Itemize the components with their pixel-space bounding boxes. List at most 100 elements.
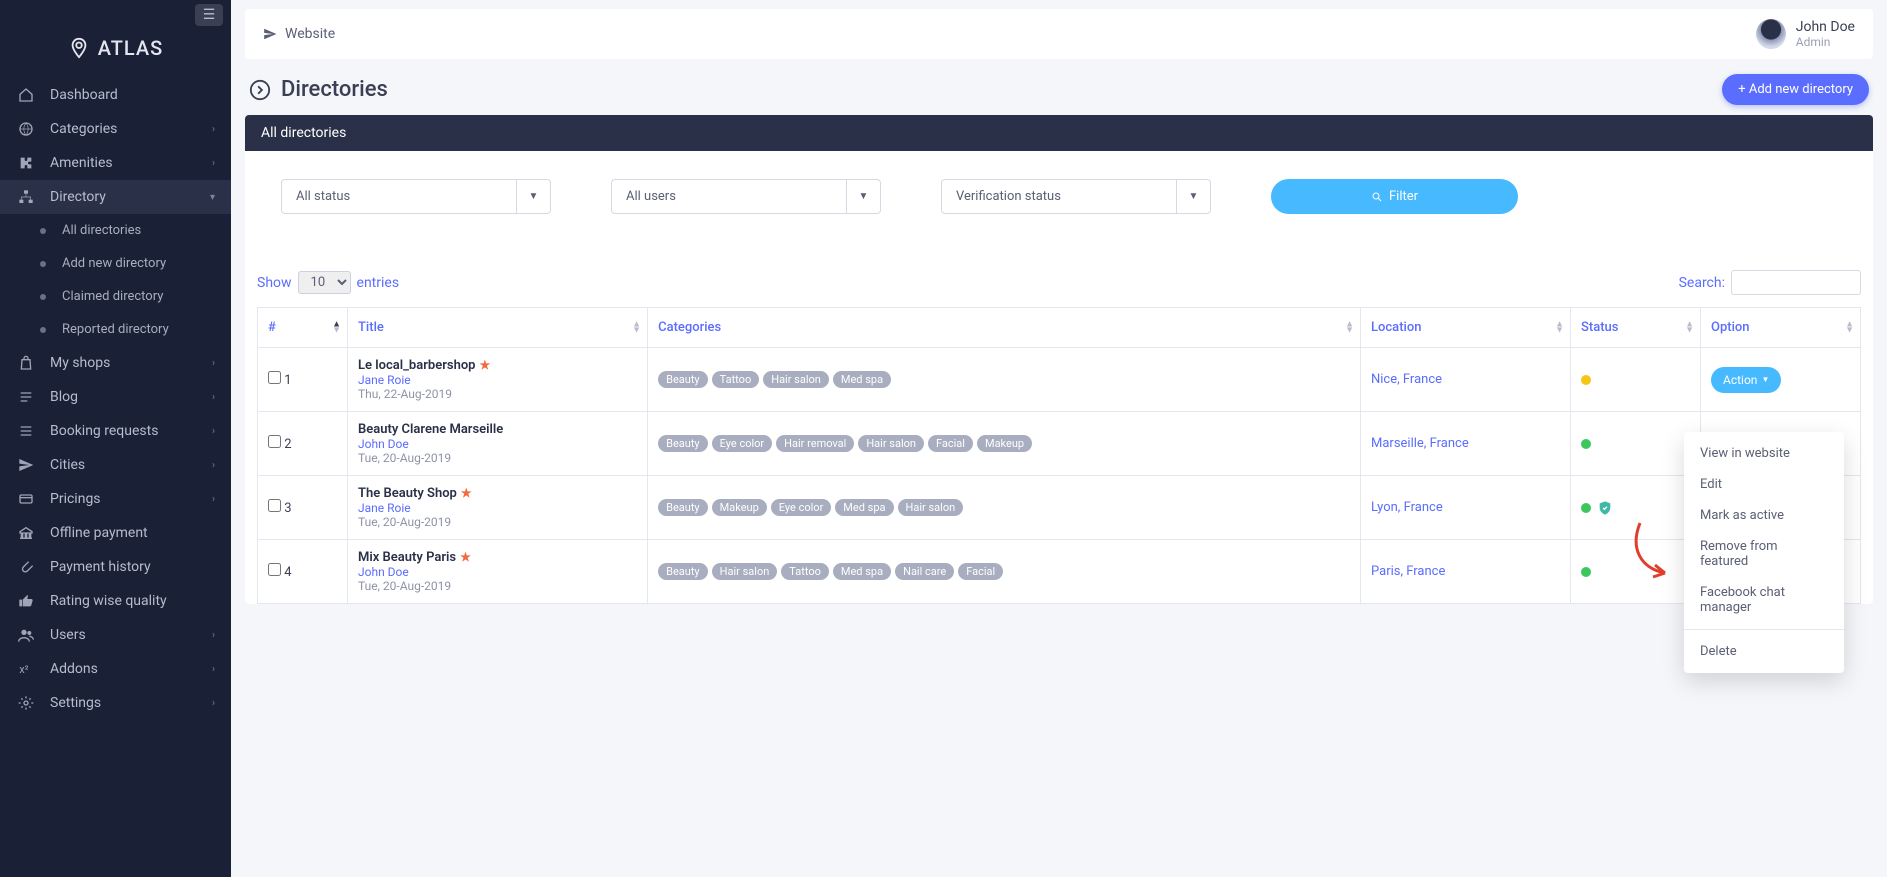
action-button[interactable]: Action▼ [1711,367,1781,393]
sidebar-item-booking-requests[interactable]: Booking requests› [0,414,231,448]
column-status[interactable]: Status▲▼ [1571,308,1701,348]
sidebar-item-directory[interactable]: Directory▾ [0,180,231,214]
column-categories[interactable]: Categories▲▼ [648,308,1361,348]
avatar [1756,19,1786,49]
sidebar-subitem-label: All directories [62,223,141,238]
search-input[interactable] [1731,270,1861,295]
sidebar-item-settings[interactable]: Settings› [0,686,231,720]
sort-icon: ▲▼ [1555,321,1564,334]
sidebar-item-categories[interactable]: Categories› [0,112,231,146]
location-link[interactable]: Lyon, France [1371,500,1443,515]
user-menu[interactable]: John Doe Admin [1756,19,1855,49]
table-row: 4Mix Beauty Paris★John DoeTue, 20-Aug-20… [258,540,1861,604]
category-badge: Hair salon [898,499,964,516]
category-badge: Med spa [833,563,891,580]
category-badge: Eye color [712,435,773,452]
dropdown-item-edit[interactable]: Edit [1684,469,1844,500]
sidebar-subitem-reported-directory[interactable]: Reported directory [0,313,231,346]
sidebar-subitem-all-directories[interactable]: All directories [0,214,231,247]
sidebar-subitem-claimed-directory[interactable]: Claimed directory [0,280,231,313]
sort-icon: ▲▼ [332,321,341,334]
table-row: 1Le local_barbershop★Jane RoieThu, 22-Au… [258,348,1861,412]
card-icon [16,491,36,507]
status-dot [1581,503,1591,513]
logo-text: ATLAS [98,36,164,60]
column-title[interactable]: Title▲▼ [348,308,648,348]
row-checkbox[interactable] [268,435,281,448]
category-badge: Hair removal [776,435,854,452]
sidebar-item-my-shops[interactable]: My shops› [0,346,231,380]
send-icon [16,457,36,473]
website-link[interactable]: Website [263,26,335,42]
sidebar-item-cities[interactable]: Cities› [0,448,231,482]
row-checkbox[interactable] [268,563,281,576]
category-badge: Beauty [658,499,708,516]
action-dropdown: View in websiteEditMark as activeRemove … [1684,432,1844,673]
dropdown-item-view-in-website[interactable]: View in website [1684,438,1844,469]
sidebar-item-label: Amenities [50,155,113,171]
add-directory-button[interactable]: + Add new directory [1722,74,1869,105]
sidebar-item-dashboard[interactable]: Dashboard [0,78,231,112]
row-user-link[interactable]: Jane Roie [358,501,637,515]
sidebar-item-label: Pricings [50,491,101,507]
location-link[interactable]: Nice, France [1371,372,1442,387]
row-number: 2 [284,437,291,452]
category-badge: Tattoo [781,563,829,580]
star-icon: ★ [461,486,472,500]
sitemap-icon [16,189,36,205]
row-title: Beauty Clarene Marseille [358,422,637,437]
chevron-down-icon: ▾ [210,192,215,203]
dropdown-item-mark-as-active[interactable]: Mark as active [1684,500,1844,531]
sort-icon: ▲▼ [1685,321,1694,334]
location-link[interactable]: Marseille, France [1371,436,1469,451]
column-option[interactable]: Option▲▼ [1701,308,1861,348]
sidebar-item-pricings[interactable]: Pricings › [0,482,231,516]
row-user-link[interactable]: John Doe [358,437,637,451]
filter-status[interactable]: All status ▼ [281,179,551,214]
filter-button[interactable]: Filter [1271,179,1518,214]
chevron-right-icon: › [212,392,215,403]
sidebar-item-offline-payment[interactable]: Offline payment [0,516,231,550]
sidebar-item-addons[interactable]: x²Addons› [0,652,231,686]
category-badge: Makeup [977,435,1032,452]
sidebar-item-label: My shops [50,355,110,371]
website-link-label: Website [285,26,335,42]
row-user-link[interactable]: John Doe [358,565,637,579]
sidebar-item-label: Users [50,627,86,643]
menu-toggle-icon[interactable]: ☰ [195,4,223,26]
dot-icon [40,327,46,333]
sidebar-item-payment-history[interactable]: Payment history [0,550,231,584]
sidebar-item-users[interactable]: Users › [0,618,231,652]
sidebar-subitem-add-new-directory[interactable]: Add new directory [0,247,231,280]
sidebar-item-amenities[interactable]: Amenities› [0,146,231,180]
row-title: Le local_barbershop★ [358,358,637,373]
category-badge: Beauty [658,371,708,388]
row-checkbox[interactable] [268,371,281,384]
sort-icon: ▲▼ [632,321,641,334]
row-user-link[interactable]: Jane Roie [358,373,637,387]
chevron-right-icon: › [212,630,215,641]
filter-users[interactable]: All users ▼ [611,179,881,214]
users-icon [16,627,36,643]
dropdown-item-facebook-chat-manager[interactable]: Facebook chat manager [1684,577,1844,623]
dropdown-item-delete[interactable]: Delete [1684,636,1844,667]
app-logo[interactable]: ATLAS [0,30,231,78]
sidebar-item-blog[interactable]: Blog› [0,380,231,414]
chevron-down-icon: ▼ [516,180,550,213]
column-location[interactable]: Location▲▼ [1361,308,1571,348]
thumb-icon [16,593,36,609]
puzzle-icon [16,155,36,171]
sidebar-nav: DashboardCategories›Amenities›Directory▾… [0,78,231,720]
status-dot [1581,439,1591,449]
sidebar-subitem-label: Claimed directory [62,289,163,304]
dropdown-item-remove-from-featured[interactable]: Remove from featured [1684,531,1844,577]
filter-verification[interactable]: Verification status ▼ [941,179,1211,214]
sidebar-item-label: Rating wise quality [50,593,167,609]
row-checkbox[interactable] [268,499,281,512]
location-link[interactable]: Paris, France [1371,564,1445,579]
entries-select[interactable]: 10 [298,271,351,294]
column--[interactable]: #▲▼ [258,308,348,348]
sort-icon: ▲▼ [1345,321,1354,334]
sidebar-item-rating-wise-quality[interactable]: Rating wise quality [0,584,231,618]
chevron-right-icon: › [212,494,215,505]
